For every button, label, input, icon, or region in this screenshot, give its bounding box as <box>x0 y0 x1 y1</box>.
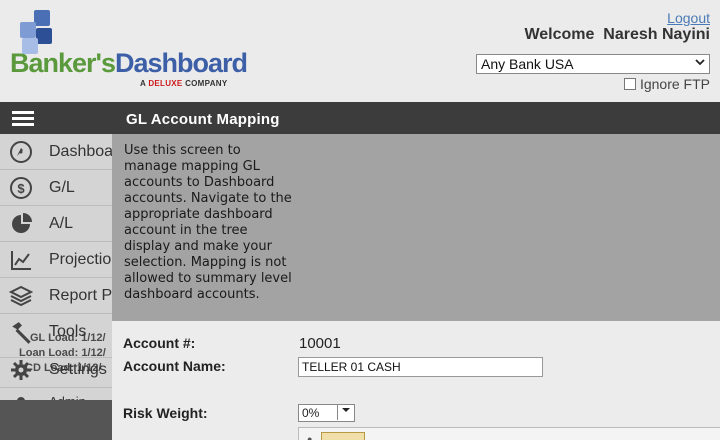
hamburger-menu-icon <box>12 111 34 129</box>
chevron-down-icon <box>694 56 706 71</box>
account-name-value: TELLER 01 CASH <box>302 360 401 374</box>
line-chart-icon <box>9 248 33 272</box>
gear-icon <box>9 358 33 382</box>
tree-expand-icon[interactable]: ● <box>307 434 312 440</box>
instructions-box: Use this screen to manage mapping GL acc… <box>112 134 720 321</box>
dashboard-gauge-icon <box>9 140 33 164</box>
bank-select-value: Any Bank USA <box>481 56 574 72</box>
ignore-ftp-checkbox[interactable] <box>623 78 636 90</box>
pie-chart-icon <box>9 212 33 236</box>
logout-link[interactable]: Logout <box>667 10 710 26</box>
tree-node-selected[interactable] <box>321 432 365 440</box>
risk-weight-value: 0% <box>302 406 320 420</box>
sidebar-item-label: G/L <box>49 179 75 196</box>
layers-icon <box>8 284 34 308</box>
logo-squares-icon <box>14 8 58 54</box>
instructions-text: Use this screen to manage mapping GL acc… <box>124 143 292 302</box>
account-mapping-form: Account #: 10001 Account Name: TELLER 01… <box>112 321 720 440</box>
sidebar-item-label: A/L <box>49 215 74 232</box>
dollar-icon: $ <box>9 176 33 200</box>
sidebar-footer <box>0 400 112 440</box>
ignore-ftp-label: Ignore FTP <box>639 76 710 92</box>
sidebar-item-settings[interactable]: Settings <box>0 352 112 388</box>
ignore-ftp-toggle[interactable]: Ignore FTP <box>623 76 710 92</box>
welcome-user-text: Welcome Naresh Nayini <box>524 26 710 43</box>
sidebar-item-projections[interactable]: Projections <box>0 242 112 278</box>
sidebar-item-al[interactable]: A/L <box>0 206 112 242</box>
account-name-label: Account Name: <box>123 358 226 374</box>
sidebar-item-label: Projections <box>49 251 112 268</box>
account-number-label: Account #: <box>123 335 196 351</box>
account-name-input[interactable]: TELLER 01 CASH <box>298 357 543 377</box>
svg-text:$: $ <box>17 181 25 196</box>
risk-weight-label: Risk Weight: <box>123 405 208 421</box>
sidebar-item-label: Report Pack <box>49 287 112 304</box>
sidebar-item-label: Dashboard <box>49 143 112 160</box>
menu-toggle-button[interactable] <box>0 102 112 134</box>
sidebar-item-report-pack[interactable]: Report Pack <box>0 278 112 314</box>
page-title: GL Account Mapping <box>112 102 720 134</box>
risk-weight-select[interactable]: 0% <box>298 404 355 422</box>
logo-tagline: A DELUXE COMPANY <box>140 79 228 88</box>
account-number-value: 10001 <box>299 335 341 352</box>
sidebar-item-label: Settings <box>49 361 107 378</box>
app-header: Banker'sDashboard A DELUXE COMPANY Logou… <box>0 0 720 102</box>
sidebar-nav: Dashboard $ G/L A/L Projections Report P… <box>0 102 112 440</box>
account-tree[interactable]: ● <box>298 427 720 440</box>
gl-load-status: GL Load: 1/12/ <box>30 332 106 344</box>
bank-select[interactable]: Any Bank USA <box>476 54 710 74</box>
bankers-dashboard-logo[interactable]: Banker'sDashboard A DELUXE COMPANY <box>10 8 260 90</box>
sidebar-item-dashboard[interactable]: Dashboard <box>0 134 112 170</box>
logo-wordmark: Banker'sDashboard <box>10 48 248 78</box>
chevron-down-icon <box>337 405 353 420</box>
sidebar-item-gl[interactable]: $ G/L <box>0 170 112 206</box>
